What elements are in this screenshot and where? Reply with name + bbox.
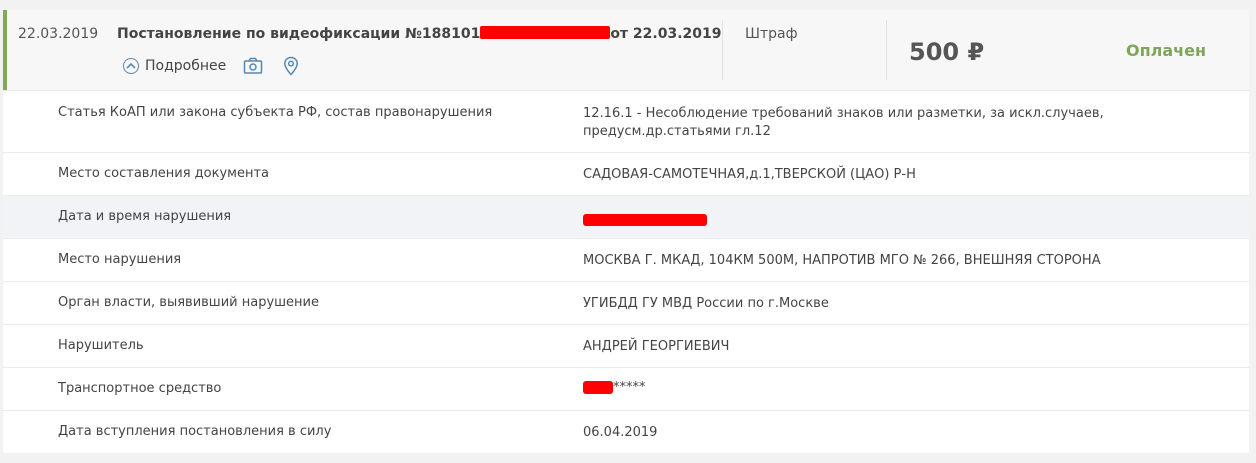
- detail-label: Нарушитель: [58, 338, 144, 353]
- fine-title-prefix: Постановление по видеофиксации №188101: [117, 26, 481, 42]
- fine-card: 22.03.2019 Постановление по видеофиксаци…: [3, 10, 1249, 453]
- detail-value: *****: [583, 379, 1183, 397]
- fine-title: Постановление по видеофиксации №188101 от…: [117, 26, 722, 42]
- detail-label: Статья КоАП или закона субъекта РФ, сост…: [58, 105, 493, 120]
- detail-row-effective-date: Дата вступления постановления в силу 06.…: [3, 411, 1249, 454]
- map-pin-icon[interactable]: [280, 55, 302, 77]
- detail-value: УГИБДД ГУ МВД России по г.Москве: [583, 296, 829, 311]
- column-divider: [722, 20, 723, 80]
- details-table: Статья КоАП или закона субъекта РФ, сост…: [3, 91, 1249, 454]
- fine-actions: Подробнее: [123, 55, 302, 77]
- detail-label: Орган власти, выявивший нарушение: [58, 295, 319, 310]
- camera-icon[interactable]: [242, 55, 264, 77]
- detail-label: Место составления документа: [58, 166, 270, 181]
- redaction-mark: [583, 213, 707, 226]
- detail-label: Дата вступления постановления в силу: [58, 424, 332, 439]
- fine-amount: 500 ₽: [909, 38, 985, 66]
- detail-value: 06.04.2019: [583, 425, 658, 440]
- detail-value: САДОВАЯ-САМОТЕЧНАЯ,д.1,ТВЕРСКОЙ (ЦАО) Р-…: [583, 167, 916, 182]
- detail-value: 12.16.1 - Несоблюдение требований знаков…: [583, 106, 1104, 139]
- fine-type: Штраф: [745, 26, 798, 42]
- detail-value-redacted: [583, 211, 1183, 229]
- redaction-mark: [583, 381, 613, 394]
- detail-row-article: Статья КоАП или закона субъекта РФ, сост…: [3, 91, 1249, 153]
- fine-header[interactable]: 22.03.2019 Постановление по видеофиксаци…: [3, 10, 1249, 91]
- details-toggle-button[interactable]: Подробнее: [123, 58, 226, 74]
- fine-date: 22.03.2019: [18, 26, 99, 42]
- detail-row-violation-datetime[interactable]: Дата и время нарушения: [3, 196, 1249, 239]
- status-accent-bar: [3, 10, 7, 90]
- chevron-up-icon: [123, 58, 139, 74]
- fine-title-suffix: от 22.03.2019: [610, 26, 722, 42]
- column-divider: [886, 20, 887, 80]
- payment-status: Оплачен: [1126, 41, 1207, 60]
- detail-row-authority: Орган власти, выявивший нарушение УГИБДД…: [3, 282, 1249, 325]
- detail-label: Транспортное средство: [58, 381, 222, 396]
- detail-label: Место нарушения: [58, 252, 182, 267]
- detail-value: МОСКВА Г. МКАД, 104КМ 500М, НАПРОТИВ МГО…: [583, 253, 1101, 268]
- detail-row-violation-place: Место нарушения МОСКВА Г. МКАД, 104КМ 50…: [3, 239, 1249, 282]
- detail-row-vehicle: Транспортное средство *****: [3, 368, 1249, 411]
- detail-row-violator: Нарушитель АНДРЕЙ ГЕОРГИЕВИЧ: [3, 325, 1249, 368]
- detail-row-document-place: Место составления документа САДОВАЯ-САМО…: [3, 153, 1249, 196]
- vehicle-masked-number: *****: [613, 380, 646, 395]
- detail-value: АНДРЕЙ ГЕОРГИЕВИЧ: [583, 339, 730, 354]
- redacted-number: [480, 26, 611, 39]
- details-toggle-label: Подробнее: [145, 58, 227, 74]
- detail-label: Дата и время нарушения: [58, 209, 232, 224]
